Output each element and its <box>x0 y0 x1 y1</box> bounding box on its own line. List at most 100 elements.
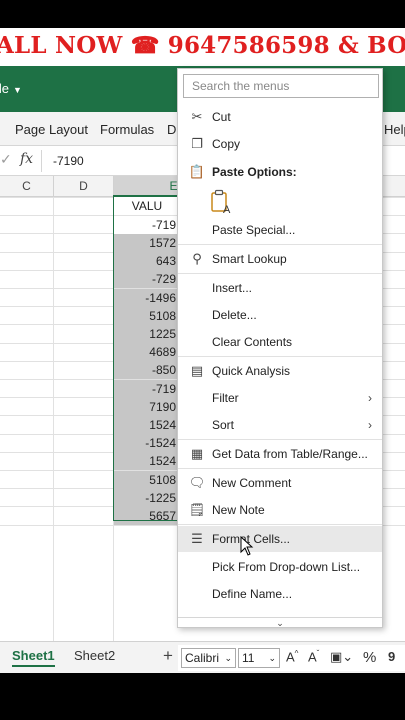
table-cell[interactable]: -719 <box>114 379 180 398</box>
menu-label: Get Data from Table/Range... <box>212 447 368 461</box>
search-menus-input[interactable]: Search the menus <box>183 74 379 98</box>
table-cell[interactable]: -729 <box>114 270 180 289</box>
menu-item-filter[interactable]: Filter › <box>178 385 382 411</box>
menu-item-cut[interactable]: ✂ Cut <box>178 104 382 130</box>
sheet-tab-sheet1[interactable]: Sheet1 <box>12 648 55 667</box>
function-icon[interactable]: fx <box>20 151 33 167</box>
file-menu-label: File <box>0 81 9 96</box>
menu-label: Smart Lookup <box>212 252 287 266</box>
menu-label: New Note <box>212 503 265 517</box>
menu-item-new-note[interactable]: 🗒 New Note <box>178 497 382 523</box>
chevron-down-icon: ⌄ <box>224 653 232 663</box>
table-cell[interactable]: -719 <box>114 215 180 234</box>
banner-text: ALL NOW ☎ 9647586598 & BOOK <box>0 32 405 59</box>
format-cells-icon: ☰ <box>191 531 203 546</box>
menu-item-delete[interactable]: Delete... <box>178 302 382 328</box>
column-header-d[interactable]: D <box>54 176 114 197</box>
table-icon: ▦ <box>190 446 204 461</box>
promo-banner: ALL NOW ☎ 9647586598 & BOOK <box>0 28 405 66</box>
menu-label: Paste Special... <box>212 223 296 237</box>
table-cell[interactable]: 1524 <box>114 415 180 434</box>
chevron-down-icon: ⌄ <box>268 653 276 663</box>
table-cell[interactable]: 1524 <box>114 452 180 471</box>
menu-label: Pick From Drop-down List... <box>212 560 361 574</box>
grid-line <box>53 197 54 641</box>
search-icon: ⚲ <box>192 251 202 266</box>
menu-separator <box>178 439 382 440</box>
table-cell[interactable]: 7190 <box>114 397 180 416</box>
menu-item-paste-options: 📋 Paste Options: <box>178 159 382 185</box>
menu-item-define-name[interactable]: Define Name... <box>178 581 382 607</box>
check-icon[interactable]: ✓ <box>0 151 12 168</box>
menu-label: Filter <box>212 391 239 405</box>
tab-formulas[interactable]: Formulas <box>100 122 154 137</box>
menu-label: Copy <box>212 137 241 151</box>
menu-item-copy[interactable]: ❐ Copy <box>178 131 382 157</box>
table-cell[interactable]: 5657 <box>114 506 180 525</box>
table-cell[interactable]: 1225 <box>114 324 180 343</box>
menu-label: Sort <box>212 418 235 432</box>
comment-icon: 🗨 <box>188 475 206 490</box>
menu-label: Cut <box>212 110 231 124</box>
tab-data[interactable]: D <box>167 122 176 137</box>
table-cell[interactable]: 5108 <box>114 306 180 325</box>
sheet-tab-sheet2[interactable]: Sheet2 <box>74 648 115 663</box>
cell-header-value[interactable]: VALU <box>114 197 180 215</box>
note-icon: 🗒 <box>188 502 206 517</box>
menu-separator <box>178 468 382 469</box>
number-format-icon[interactable]: ▣⌄ <box>330 649 353 665</box>
scissors-icon: ✂ <box>191 109 203 124</box>
formula-input[interactable]: -7190 <box>53 154 84 168</box>
menu-item-get-data[interactable]: ▦ Get Data from Table/Range... <box>178 441 382 467</box>
menu-item-insert[interactable]: Insert... <box>178 275 382 301</box>
mouse-cursor-icon <box>240 536 254 556</box>
quick-analysis-icon: ▤ <box>190 363 204 378</box>
tab-page-layout[interactable]: Page Layout <box>15 122 88 137</box>
context-menu: Search the menus ✂ Cut ❐ Copy 📋 Paste Op… <box>177 68 383 628</box>
menu-item-paste-special[interactable]: Paste Special... <box>178 217 382 243</box>
menu-item-clear-contents[interactable]: Clear Contents <box>178 329 382 355</box>
table-cell[interactable]: -850 <box>114 361 180 380</box>
menu-item-quick-analysis[interactable]: ▤ Quick Analysis <box>178 358 382 384</box>
menu-scroll-down[interactable]: ⌄ <box>178 617 382 628</box>
svg-text:A: A <box>223 204 231 215</box>
table-cell[interactable]: -1524 <box>114 434 180 453</box>
decrease-font-icon[interactable]: Aˇ <box>308 649 319 664</box>
add-sheet-button[interactable]: + <box>163 646 173 666</box>
chevron-right-icon: › <box>368 418 372 432</box>
comma-style-icon[interactable]: 9 <box>388 649 395 664</box>
menu-label: Quick Analysis <box>212 364 291 378</box>
font-name-select[interactable]: Calibri ⌄ <box>181 648 236 668</box>
chevron-down-icon: ▼ <box>12 85 22 95</box>
table-cell[interactable]: 4689 <box>114 343 180 362</box>
menu-item-format-cells[interactable]: ☰ Format Cells... <box>178 526 382 552</box>
chevron-down-icon: ⌄ <box>276 618 284 628</box>
menu-item-sort[interactable]: Sort › <box>178 412 382 438</box>
percent-icon[interactable]: % <box>363 649 376 666</box>
menu-separator <box>178 356 382 357</box>
menu-item-new-comment[interactable]: 🗨 New Comment <box>178 470 382 496</box>
bottom-black-bar <box>0 673 405 720</box>
menu-item-smart-lookup[interactable]: ⚲ Smart Lookup <box>178 246 382 272</box>
table-cell[interactable]: -1225 <box>114 488 180 507</box>
increase-font-icon[interactable]: A^ <box>286 649 298 664</box>
font-name-value: Calibri <box>185 651 220 665</box>
font-size-value: 11 <box>242 651 255 665</box>
column-header-c[interactable]: C <box>0 176 54 197</box>
clipboard-icon: 📋 <box>188 164 206 179</box>
table-cell[interactable]: 5108 <box>114 470 180 489</box>
mini-toolbar: Calibri ⌄ 11 ⌄ A^ Aˇ ▣⌄ % 9 <box>178 645 405 671</box>
file-menu-button[interactable]: File▼ <box>0 81 22 96</box>
font-size-select[interactable]: 11 ⌄ <box>238 648 280 668</box>
paste-clipboard-icon[interactable]: A <box>211 189 233 215</box>
menu-label: Define Name... <box>212 587 293 601</box>
tab-help[interactable]: Help <box>384 122 405 137</box>
top-black-bar <box>0 0 405 28</box>
menu-item-pick-dropdown[interactable]: Pick From Drop-down List... <box>178 554 382 580</box>
menu-label: New Comment <box>212 476 292 490</box>
table-cell[interactable]: 1572 <box>114 233 180 252</box>
table-cell[interactable]: -1496 <box>114 288 180 307</box>
menu-label: Paste Options: <box>212 165 297 179</box>
menu-separator <box>178 524 382 525</box>
table-cell[interactable]: 643 <box>114 252 180 271</box>
